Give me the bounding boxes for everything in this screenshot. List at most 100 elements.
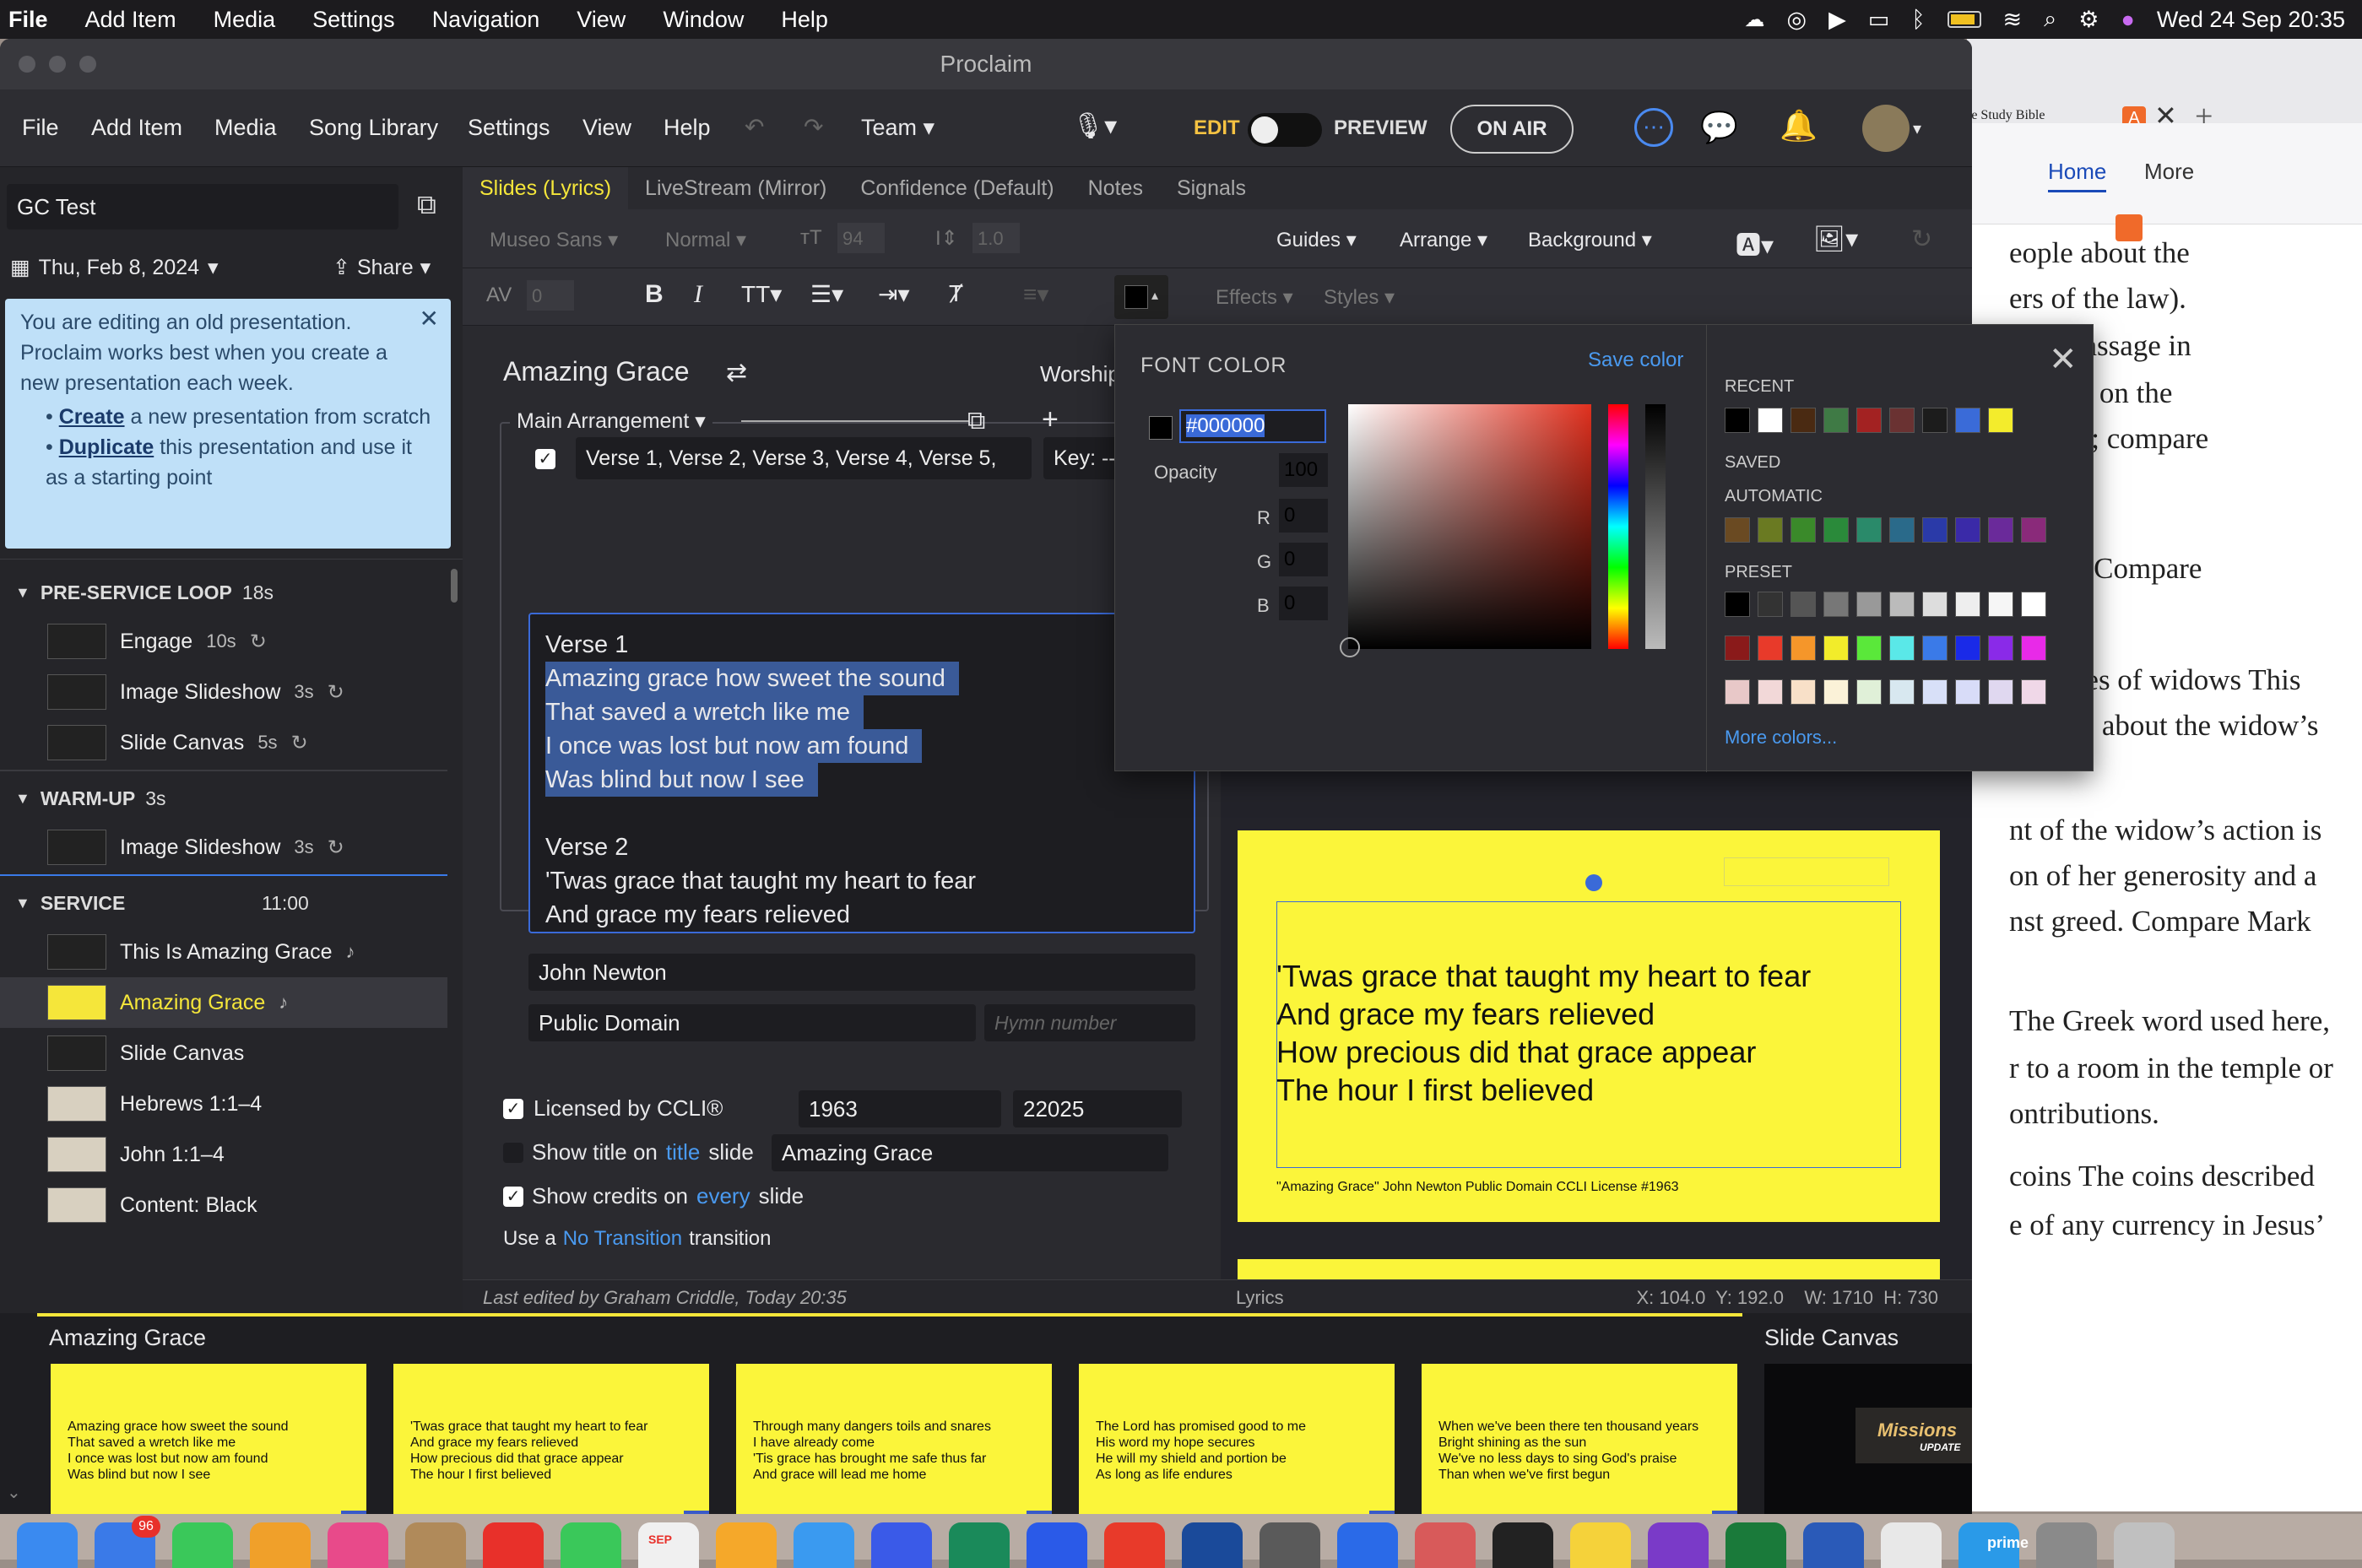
close-window-button[interactable] bbox=[19, 56, 35, 73]
tab-notes[interactable]: Notes bbox=[1071, 167, 1160, 209]
automatic-swatch[interactable] bbox=[1955, 517, 1980, 543]
b-input[interactable]: 0 bbox=[1279, 587, 1328, 620]
opacity-input[interactable]: 100 bbox=[1279, 453, 1328, 487]
chevron-down-icon[interactable]: ▾ bbox=[1913, 118, 1921, 139]
image-icon[interactable]: 🖼▾ bbox=[1813, 224, 1858, 254]
dock-app-icon[interactable] bbox=[172, 1522, 233, 1568]
service-item[interactable]: Slide Canvas 5s ↻ bbox=[0, 717, 447, 768]
recent-swatch[interactable] bbox=[1758, 408, 1783, 433]
ccli-number-field[interactable]: 22025 bbox=[1013, 1090, 1182, 1127]
play-icon[interactable]: ▶ bbox=[1828, 7, 1846, 33]
service-item[interactable]: Hebrews 1:1–4 bbox=[0, 1079, 447, 1129]
bluetooth-icon[interactable]: ᛒ bbox=[1911, 7, 1925, 33]
dock-app-icon[interactable] bbox=[1648, 1522, 1709, 1568]
zoom-window-button[interactable] bbox=[79, 56, 96, 73]
wifi-icon[interactable]: ≋ bbox=[2003, 7, 2023, 33]
dock-app-icon[interactable] bbox=[2114, 1522, 2175, 1568]
bell-icon[interactable]: 🔔 bbox=[1780, 108, 1818, 143]
app-menu-media[interactable]: Media bbox=[214, 115, 277, 141]
preset-swatch[interactable] bbox=[1988, 635, 2013, 661]
account-icon[interactable]: ◎ bbox=[1787, 7, 1807, 33]
dock-app-icon[interactable] bbox=[561, 1522, 621, 1568]
ccli-year-field[interactable]: 1963 bbox=[799, 1090, 1001, 1127]
picker-cursor[interactable] bbox=[1340, 637, 1360, 657]
battery-icon[interactable] bbox=[1947, 11, 1981, 28]
preset-swatch[interactable] bbox=[1823, 592, 1849, 617]
show-credits-checkbox[interactable]: ✓ bbox=[503, 1186, 523, 1207]
service-item[interactable]: Image Slideshow 3s ↻ bbox=[0, 667, 447, 717]
close-popup-icon[interactable]: ✕ bbox=[2049, 340, 2078, 379]
sequence-checkbox[interactable]: ✓ bbox=[535, 449, 555, 469]
avatar[interactable] bbox=[1862, 105, 1910, 152]
preset-swatch[interactable] bbox=[1955, 635, 1980, 661]
search-icon[interactable]: ⌕ bbox=[2044, 6, 2056, 33]
slide-text[interactable]: 'Twas grace that taught my heart to fear… bbox=[1276, 957, 1811, 1109]
service-item[interactable]: John 1:1–4 bbox=[0, 1129, 447, 1180]
app-menu-settings[interactable]: Settings bbox=[468, 115, 550, 141]
dock-app-icon[interactable] bbox=[1104, 1522, 1165, 1568]
clock[interactable]: Wed 24 Sep 20:35 bbox=[2157, 7, 2345, 33]
preset-swatch[interactable] bbox=[1922, 592, 1948, 617]
control-center-icon[interactable]: ⚙ bbox=[2078, 7, 2099, 33]
slide-canvas-thumb[interactable]: Missions UPDATE bbox=[1764, 1364, 1972, 1514]
tab-title[interactable]: fe Study Bible bbox=[1967, 108, 2045, 123]
background-menu[interactable]: Background ▾ bbox=[1528, 228, 1652, 252]
close-notice-icon[interactable]: ✕ bbox=[420, 304, 439, 334]
italic-button[interactable]: I bbox=[694, 280, 702, 309]
g-input[interactable]: 0 bbox=[1279, 543, 1328, 576]
preset-swatch[interactable] bbox=[1758, 635, 1783, 661]
every-link[interactable]: every bbox=[696, 1183, 750, 1209]
swap-icon[interactable]: ⇄ bbox=[726, 358, 747, 387]
preset-swatch[interactable] bbox=[1988, 592, 2013, 617]
dock-app-icon[interactable] bbox=[17, 1522, 78, 1568]
window-icon[interactable]: ▭ bbox=[1868, 7, 1890, 33]
copyright-field[interactable]: Public Domain bbox=[528, 1004, 976, 1041]
preset-swatch[interactable] bbox=[1889, 679, 1915, 705]
next-slide-canvas[interactable] bbox=[1238, 1259, 1940, 1279]
tab-confidence-default-[interactable]: Confidence (Default) bbox=[843, 167, 1070, 209]
automatic-swatch[interactable] bbox=[1823, 517, 1849, 543]
service-item[interactable]: Image Slideshow 3s ↻ bbox=[0, 822, 447, 873]
on-air-button[interactable]: ON AIR bbox=[1450, 105, 1574, 154]
dock-app-icon[interactable] bbox=[483, 1522, 544, 1568]
styles-menu[interactable]: Styles ▾ bbox=[1324, 285, 1395, 310]
r-input[interactable]: 0 bbox=[1279, 499, 1328, 533]
preset-swatch[interactable] bbox=[2021, 635, 2046, 661]
opacity-slider[interactable] bbox=[1645, 404, 1666, 649]
scrollbar[interactable] bbox=[451, 569, 458, 603]
dock-app-icon[interactable] bbox=[1182, 1522, 1243, 1568]
share-button[interactable]: ⇪ Share ▾ bbox=[333, 255, 431, 280]
recent-swatch[interactable] bbox=[1725, 408, 1750, 433]
slide-thumbnail[interactable]: 'Twas grace that taught my heart to fear… bbox=[393, 1364, 709, 1514]
dock-app-icon[interactable] bbox=[250, 1522, 311, 1568]
collapse-icon[interactable]: ⌄ bbox=[7, 1482, 21, 1503]
dock-app-icon[interactable] bbox=[1570, 1522, 1631, 1568]
weight-select[interactable]: Normal ▾ bbox=[665, 228, 746, 252]
line-height-field[interactable]: 1.0 bbox=[972, 223, 1020, 253]
slide-canvas[interactable]: 'Twas grace that taught my heart to fear… bbox=[1238, 830, 1940, 1222]
recent-swatch[interactable] bbox=[1955, 408, 1980, 433]
dock-app-icon[interactable] bbox=[949, 1522, 1010, 1568]
font-size-field[interactable]: 94 bbox=[837, 223, 885, 253]
preset-swatch[interactable] bbox=[1856, 635, 1882, 661]
recent-swatch[interactable] bbox=[1889, 408, 1915, 433]
add-icon[interactable]: + bbox=[1042, 403, 1059, 436]
dock-app-icon[interactable] bbox=[1415, 1522, 1476, 1568]
save-color-link[interactable]: Save color bbox=[1588, 349, 1683, 372]
list-button[interactable]: ☰▾ bbox=[810, 280, 843, 308]
licensed-checkbox[interactable]: ✓ bbox=[503, 1098, 523, 1119]
automatic-swatch[interactable] bbox=[1988, 517, 2013, 543]
automatic-swatch[interactable] bbox=[1922, 517, 1948, 543]
automatic-swatch[interactable] bbox=[1889, 517, 1915, 543]
dock-app-icon[interactable] bbox=[405, 1522, 466, 1568]
service-item[interactable]: Amazing Grace ♪ bbox=[0, 977, 447, 1028]
menubar-item-settings[interactable]: Settings bbox=[312, 7, 395, 33]
align-button[interactable]: ≡▾ bbox=[1023, 280, 1048, 308]
more-tab[interactable]: More bbox=[2144, 159, 2194, 185]
chevron-down-icon[interactable]: ▼ bbox=[15, 790, 30, 808]
hymn-number-field[interactable]: Hymn number bbox=[984, 1004, 1195, 1041]
transition-link[interactable]: No Transition bbox=[563, 1227, 682, 1251]
preset-swatch[interactable] bbox=[1955, 679, 1980, 705]
cloud-icon[interactable]: ☁ bbox=[1745, 8, 1765, 32]
chevron-down-icon[interactable]: ▼ bbox=[15, 584, 30, 602]
